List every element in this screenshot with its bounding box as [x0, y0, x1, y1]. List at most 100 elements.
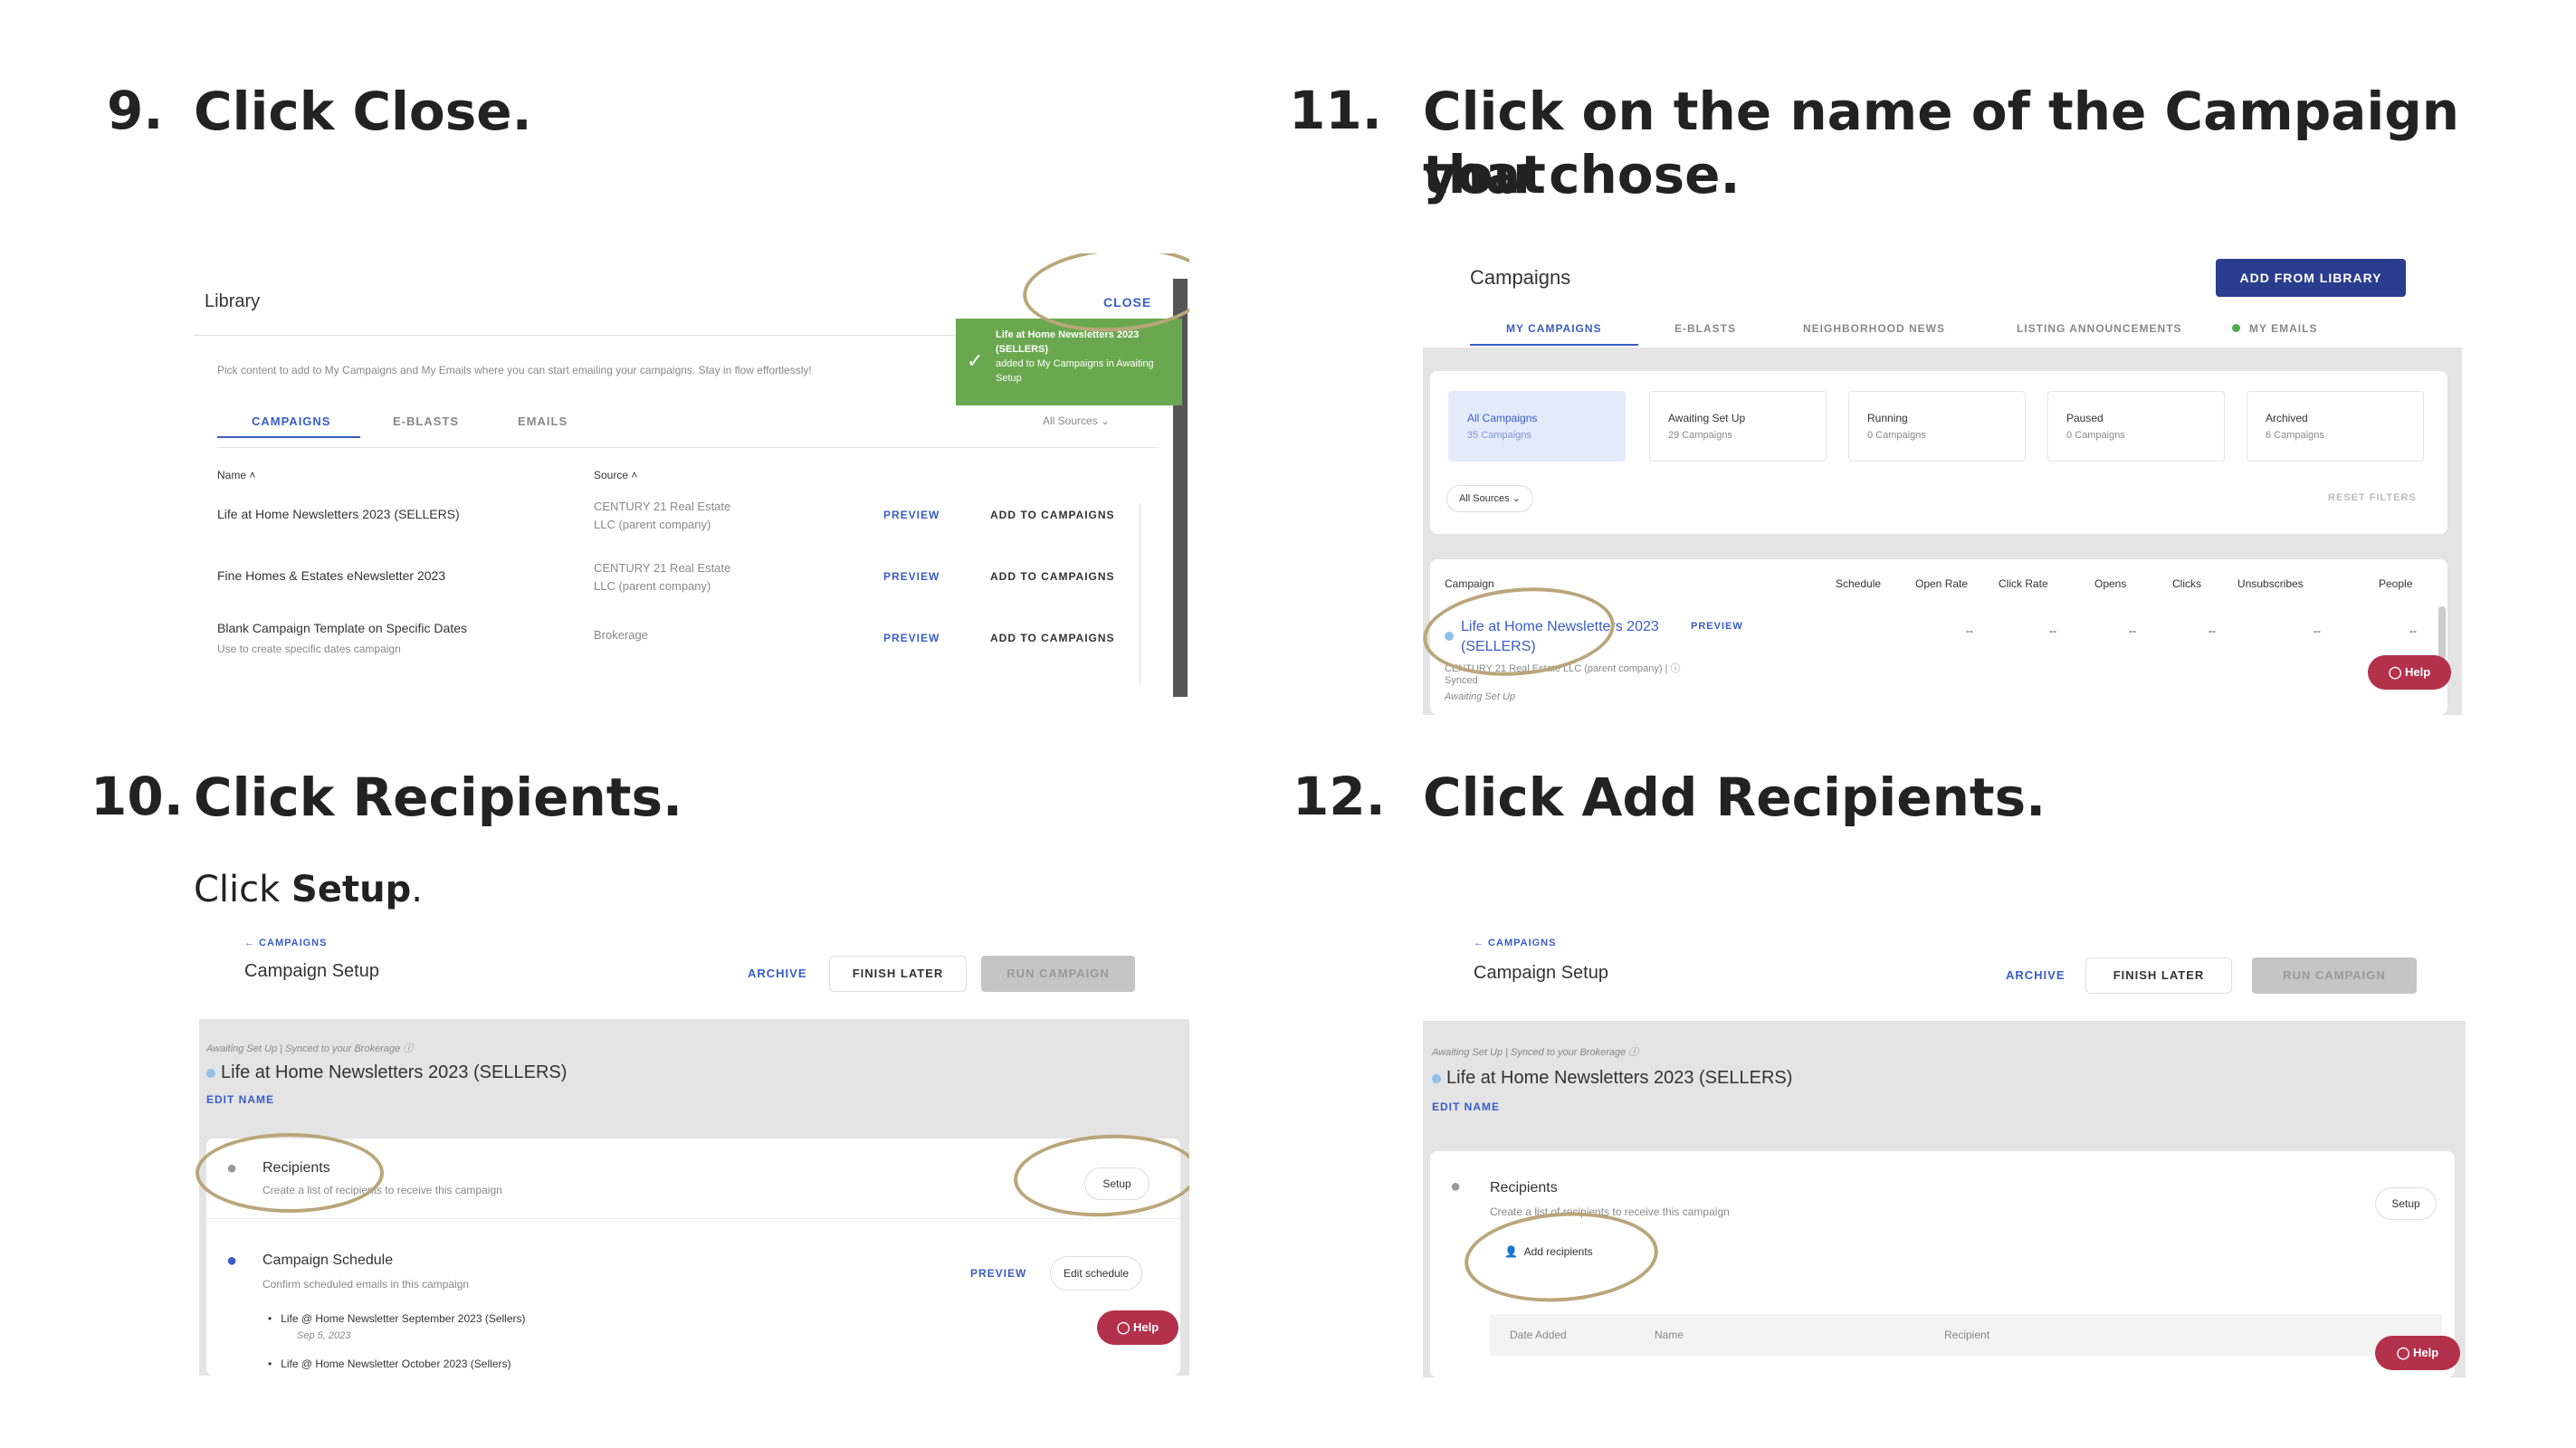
schedule-description: Confirm scheduled emails in this campaig…	[262, 1278, 470, 1291]
info-icon: ⓘ	[1670, 663, 1681, 674]
row-people: --	[2409, 624, 2417, 637]
row-3-subtitle: Use to create specific dates campaign	[217, 643, 401, 655]
check-circle-icon: ●	[1450, 1176, 1462, 1196]
finish-later-button[interactable]: FINISH LATER	[829, 956, 967, 992]
row-2-source-1: CENTURY 21 Real Estate	[594, 561, 731, 575]
col-date-added: Date Added	[1510, 1329, 1567, 1341]
sources-filter[interactable]: All Sources ⌄	[1043, 414, 1110, 427]
email-1-title: Life @ Home Newsletter September 2023 (S…	[281, 1312, 526, 1325]
card-divider	[206, 1218, 1180, 1219]
campaign-setup-screenshot-1: ← CAMPAIGNS Campaign Setup ARCHIVE FINIS…	[194, 929, 1189, 1376]
campaign-name: Life at Home Newsletters 2023 (SELLERS)	[1432, 1068, 1792, 1089]
tab-e-blasts[interactable]: E-BLASTS	[1674, 322, 1736, 335]
col-click-rate: Click Rate	[1999, 577, 2048, 590]
help-button[interactable]: ◯ Help	[2375, 1336, 2460, 1370]
row-1-preview[interactable]: PREVIEW	[883, 509, 940, 521]
row-1-name[interactable]: Life at Home Newsletters 2023 (SELLERS)	[217, 507, 460, 521]
help-button[interactable]: ◯ Help	[2368, 655, 2451, 690]
email-1-date: Sep 5, 2023	[297, 1330, 351, 1341]
tab-my-emails[interactable]: MY EMAILS	[2232, 322, 2317, 335]
stat-archived[interactable]: Archived 6 Campaigns	[2247, 391, 2424, 462]
campaigns-title: Campaigns	[1470, 266, 1571, 289]
campaign-name: Life at Home Newsletters 2023 (SELLERS)	[206, 1062, 567, 1083]
help-button[interactable]: ◯ Help	[1097, 1310, 1178, 1345]
finish-later-button[interactable]: FINISH LATER	[2085, 957, 2232, 994]
col-name: Name	[1655, 1329, 1684, 1341]
row-2-name[interactable]: Fine Homes & Estates eNewsletter 2023	[217, 568, 445, 583]
stat-all-campaigns[interactable]: All Campaigns 35 Campaigns	[1448, 391, 1626, 462]
library-screenshot: Library CLOSE ✓ Life at Home Newsletters…	[194, 253, 1189, 697]
tab-neighborhood-news[interactable]: NEIGHBORHOOD NEWS	[1803, 322, 1945, 335]
campaign-name-text: Life at Home Newsletters 2023 (SELLERS)	[1446, 1068, 1793, 1088]
column-name[interactable]: Name ˄	[217, 469, 255, 481]
stat-count: 0 Campaigns	[1867, 430, 1926, 441]
row-click-rate: --	[2049, 624, 2056, 637]
step-9-title: Click Close.	[194, 81, 532, 142]
list-scrollbar[interactable]	[1140, 503, 1148, 684]
col-unsubscribes: Unsubscribes	[2237, 577, 2304, 590]
recipients-heading: Recipients	[1490, 1180, 1558, 1196]
help-label: Help	[2413, 1346, 2439, 1359]
run-campaign-button[interactable]: RUN CAMPAIGN	[2252, 957, 2417, 994]
tab-campaigns[interactable]: CAMPAIGNS	[252, 414, 330, 428]
col-open-rate: Open Rate	[1915, 577, 1969, 590]
preview-link[interactable]: PREVIEW	[970, 1267, 1026, 1280]
status-text: Awaiting Set Up | Synced to your Brokera…	[206, 1043, 401, 1054]
tab-e-blasts[interactable]: E-BLASTS	[393, 414, 459, 428]
table-scrollbar[interactable]	[2438, 606, 2446, 661]
row-unsubscribes: --	[2314, 624, 2321, 637]
tab-my-campaigns[interactable]: MY CAMPAIGNS	[1506, 322, 1602, 335]
toast-line-3: added to My Campaigns in Awaiting	[996, 358, 1154, 369]
reset-filters-link[interactable]: RESET FILTERS	[2328, 492, 2417, 503]
help-label: Help	[2405, 665, 2431, 679]
row-2-preview[interactable]: PREVIEW	[883, 570, 940, 583]
archive-button[interactable]: ARCHIVE	[2006, 968, 2066, 982]
row-2-add-button[interactable]: ADD TO CAMPAIGNS	[990, 570, 1115, 583]
stat-awaiting-set-up[interactable]: Awaiting Set Up 29 Campaigns	[1649, 391, 1827, 462]
step-9-number: 9.	[107, 80, 164, 141]
row-status: Awaiting Set Up	[1445, 691, 1516, 702]
status-line: Awaiting Set Up | Synced to your Brokera…	[1432, 1044, 1638, 1059]
col-schedule: Schedule	[1836, 577, 1882, 590]
campaigns-screenshot: Campaigns ADD FROM LIBRARY MY CAMPAIGNS …	[1423, 252, 2462, 715]
edit-name-link[interactable]: EDIT NAME	[206, 1093, 274, 1106]
status-text: Awaiting Set Up | Synced to your Brokera…	[1432, 1047, 1627, 1058]
all-sources-filter[interactable]: All Sources ⌄	[1446, 485, 1533, 512]
column-source-label: Source	[594, 469, 629, 481]
stat-paused[interactable]: Paused 0 Campaigns	[2047, 391, 2225, 462]
row-3-add-button[interactable]: ADD TO CAMPAIGNS	[990, 632, 1115, 644]
chevron-down-icon: ⌄	[1101, 414, 1111, 427]
step-10-subtitle: Click Setup.	[194, 869, 423, 910]
run-campaign-button[interactable]: RUN CAMPAIGN	[981, 956, 1135, 992]
col-people: People	[2379, 577, 2413, 590]
tabs-divider	[217, 447, 1159, 448]
setup-button[interactable]: Setup	[2375, 1187, 2437, 1220]
stat-label: All Campaigns	[1467, 412, 1538, 424]
tab-listing-announcements[interactable]: LISTING ANNOUNCEMENTS	[2017, 322, 2182, 335]
stat-count: 35 Campaigns	[1467, 430, 1531, 441]
edit-schedule-button[interactable]: Edit schedule	[1050, 1256, 1142, 1291]
archive-button[interactable]: ARCHIVE	[748, 967, 807, 980]
status-dot	[206, 1069, 215, 1078]
row-3-preview[interactable]: PREVIEW	[883, 632, 940, 644]
chevron-down-icon: ⌄	[1512, 493, 1521, 504]
stat-label: Paused	[2066, 412, 2104, 424]
check-icon: ✓	[967, 349, 984, 372]
back-link[interactable]: ← CAMPAIGNS	[1474, 938, 1556, 948]
row-3-name[interactable]: Blank Campaign Template on Specific Date…	[217, 621, 467, 635]
row-preview-link[interactable]: PREVIEW	[1691, 621, 1743, 632]
stat-running[interactable]: Running 0 Campaigns	[1848, 391, 2026, 462]
row-1-add-button[interactable]: ADD TO CAMPAIGNS	[990, 509, 1115, 521]
chat-icon: ◯	[1116, 1320, 1131, 1334]
add-from-library-button[interactable]: ADD FROM LIBRARY	[2216, 259, 2406, 297]
filter-label: All Sources	[1459, 493, 1510, 504]
back-link[interactable]: ← CAMPAIGNS	[244, 938, 327, 948]
edit-name-link[interactable]: EDIT NAME	[1432, 1100, 1500, 1113]
col-opens: Opens	[2094, 577, 2127, 590]
column-name-label: Name	[217, 469, 247, 481]
subtitle-prefix: Click	[194, 869, 292, 910]
tab-emails[interactable]: EMAILS	[518, 414, 568, 428]
column-source[interactable]: Source ˄	[594, 469, 637, 481]
library-title: Library	[205, 291, 261, 311]
toast-line-4: Setup	[996, 373, 1022, 384]
